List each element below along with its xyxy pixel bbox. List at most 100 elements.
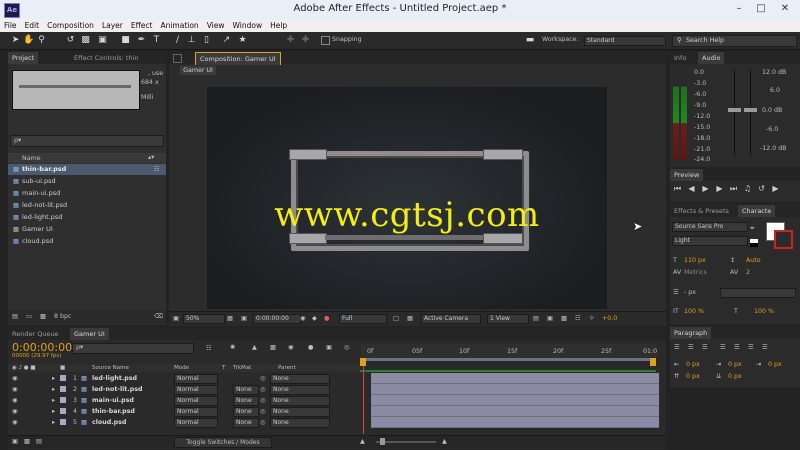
- flowchart-icon[interactable]: ☷: [154, 166, 160, 173]
- world-axis-icon[interactable]: ✚: [300, 35, 311, 46]
- kerning-value[interactable]: Metrics: [684, 269, 707, 276]
- black-swatch[interactable]: [750, 243, 758, 247]
- project-item-led-not-lit[interactable]: led-not-lit.psd: [22, 200, 172, 211]
- layer-mode-select[interactable]: Normal: [174, 374, 218, 384]
- space-before-value[interactable]: 0 px: [686, 373, 700, 380]
- trkmat-select[interactable]: None: [233, 396, 259, 406]
- local-axis-icon[interactable]: ✚: [285, 35, 296, 46]
- toggle-pixel-aspect-icon[interactable]: ▤: [533, 315, 539, 322]
- composition-viewer[interactable]: www.cgtsj.com: [207, 87, 607, 309]
- menu-animation[interactable]: Animation: [156, 19, 202, 31]
- fast-previews-icon[interactable]: ▣: [547, 315, 553, 322]
- stroke-style-select[interactable]: [720, 288, 796, 298]
- justify-right-icon[interactable]: ☰: [748, 344, 754, 351]
- new-folder-icon[interactable]: ▭: [26, 313, 32, 320]
- space-after-value[interactable]: 0 px: [728, 373, 742, 380]
- tab-effects-presets[interactable]: Effects & Presets: [670, 205, 733, 217]
- pickwhip-icon[interactable]: ◎: [260, 407, 266, 417]
- tab-character[interactable]: Characte: [738, 205, 776, 217]
- expand-arrow-icon[interactable]: ▸: [52, 385, 55, 395]
- new-composition-icon[interactable]: ▩: [40, 313, 46, 320]
- justify-left-icon[interactable]: ☰: [720, 344, 726, 351]
- interpret-footage-icon[interactable]: ▤: [12, 313, 18, 320]
- always-preview-icon[interactable]: ▣: [173, 315, 179, 322]
- layer-row[interactable]: ◉ ▸ 4 ▦ thin-bar.psd Normal None ◎ None: [8, 406, 370, 417]
- horizontal-scale-value[interactable]: 100 %: [754, 308, 774, 315]
- flowchart-view-icon[interactable]: ☷: [575, 315, 581, 322]
- layer-duration-bar[interactable]: [371, 406, 659, 417]
- tab-paragraph[interactable]: Paragraph: [670, 327, 712, 339]
- project-item-sub-ui[interactable]: sub-ui.psd: [22, 176, 172, 187]
- layer-duration-bar[interactable]: [371, 395, 659, 406]
- project-item-main-ui[interactable]: main-ui.psd: [22, 188, 172, 199]
- frame-blending-icon[interactable]: ▩: [270, 344, 276, 351]
- rotate-tool-icon[interactable]: ↺: [65, 35, 76, 46]
- pickwhip-icon[interactable]: ◎: [260, 374, 266, 384]
- layer-row[interactable]: ◉ ▸ 3 ▦ main-ui.psd Normal None ◎ None: [8, 395, 370, 406]
- exposure-value[interactable]: +0.0: [602, 315, 617, 322]
- pickwhip-icon[interactable]: ◎: [260, 396, 266, 406]
- menu-layer[interactable]: Layer: [98, 19, 127, 31]
- column-trkmat[interactable]: TrkMat: [233, 365, 251, 371]
- work-area-bar[interactable]: [363, 358, 653, 361]
- timeline-search-input[interactable]: ρ▾: [72, 343, 194, 354]
- first-frame-icon[interactable]: ⏮: [673, 184, 682, 193]
- layer-mode-select[interactable]: Normal: [174, 418, 218, 428]
- font-style-select[interactable]: Light: [672, 236, 748, 246]
- expand-arrow-icon[interactable]: ▸: [52, 374, 55, 384]
- workspace-menu-icon[interactable]: ▬: [522, 35, 538, 46]
- last-frame-icon[interactable]: ⏭: [729, 184, 738, 193]
- project-search-input[interactable]: ρ▾: [10, 135, 164, 147]
- comp-subtab[interactable]: Gamer UI: [180, 66, 216, 75]
- expand-arrow-icon[interactable]: ▸: [52, 407, 55, 417]
- leading-value[interactable]: Auto: [746, 257, 761, 264]
- ram-preview-icon[interactable]: ▶: [771, 184, 780, 193]
- parent-select[interactable]: None: [270, 374, 330, 384]
- parent-select[interactable]: None: [270, 385, 330, 395]
- column-name[interactable]: Name: [22, 155, 41, 162]
- camera-tool-icon[interactable]: ▩: [80, 35, 91, 46]
- expand-arrow-icon[interactable]: ▸: [52, 396, 55, 406]
- maximize-icon[interactable]: □: [752, 2, 770, 16]
- grid-icon[interactable]: ▣: [241, 315, 247, 322]
- trkmat-select[interactable]: None: [233, 385, 259, 395]
- close-icon[interactable]: ✕: [774, 2, 796, 16]
- safe-zones-icon[interactable]: ▦: [227, 315, 233, 322]
- layer-duration-bar[interactable]: [371, 373, 659, 384]
- resolution-select[interactable]: Full: [339, 314, 387, 324]
- layer-label-color[interactable]: [60, 408, 66, 414]
- layer-name[interactable]: cloud.psd: [92, 418, 126, 428]
- layer-label-color[interactable]: [60, 397, 66, 403]
- transparency-grid-icon[interactable]: ▦: [407, 315, 413, 322]
- hand-tool-icon[interactable]: ✋: [23, 35, 34, 46]
- channel-icon[interactable]: ●: [324, 315, 330, 322]
- live-update-icon[interactable]: ◎: [344, 344, 350, 351]
- project-item-led-light[interactable]: led-light.psd: [22, 212, 172, 223]
- minimize-icon[interactable]: –: [730, 2, 748, 16]
- menu-edit[interactable]: Edit: [21, 19, 44, 31]
- justify-all-icon[interactable]: ☰: [762, 344, 768, 351]
- snapping-checkbox[interactable]: [321, 36, 330, 45]
- indent-left-value[interactable]: 0 px: [686, 361, 700, 368]
- zoom-select[interactable]: 50%: [183, 314, 225, 324]
- hide-shy-layers-icon[interactable]: ▲: [252, 344, 257, 351]
- comp-timecode[interactable]: 0:00:00:00: [253, 314, 301, 324]
- tab-gamer-ui-timeline[interactable]: Gamer UI: [70, 328, 109, 340]
- align-right-icon[interactable]: ☰: [702, 344, 708, 351]
- tab-project[interactable]: Project: [8, 52, 39, 64]
- column-t[interactable]: T: [222, 365, 225, 371]
- expand-modes-icon[interactable]: ▩: [24, 438, 30, 445]
- align-left-icon[interactable]: ☰: [674, 344, 680, 351]
- layer-label-color[interactable]: [60, 386, 66, 392]
- font-family-select[interactable]: Source Sans Pro: [672, 222, 748, 232]
- lock-icon[interactable]: [173, 54, 182, 63]
- menu-help[interactable]: Help: [266, 19, 291, 31]
- visibility-eye-icon[interactable]: ◉: [12, 407, 18, 417]
- pickwhip-icon[interactable]: ◎: [260, 418, 266, 428]
- layer-row[interactable]: ◉ ▸ 5 ▦ cloud.psd Normal None ◎ None: [8, 417, 370, 428]
- zoom-in-icon[interactable]: ▲: [442, 438, 447, 445]
- trkmat-select[interactable]: None: [233, 418, 259, 428]
- parent-select[interactable]: None: [270, 396, 330, 406]
- region-of-interest-icon[interactable]: □: [393, 315, 399, 322]
- expand-in-out-icon[interactable]: ▤: [36, 438, 42, 445]
